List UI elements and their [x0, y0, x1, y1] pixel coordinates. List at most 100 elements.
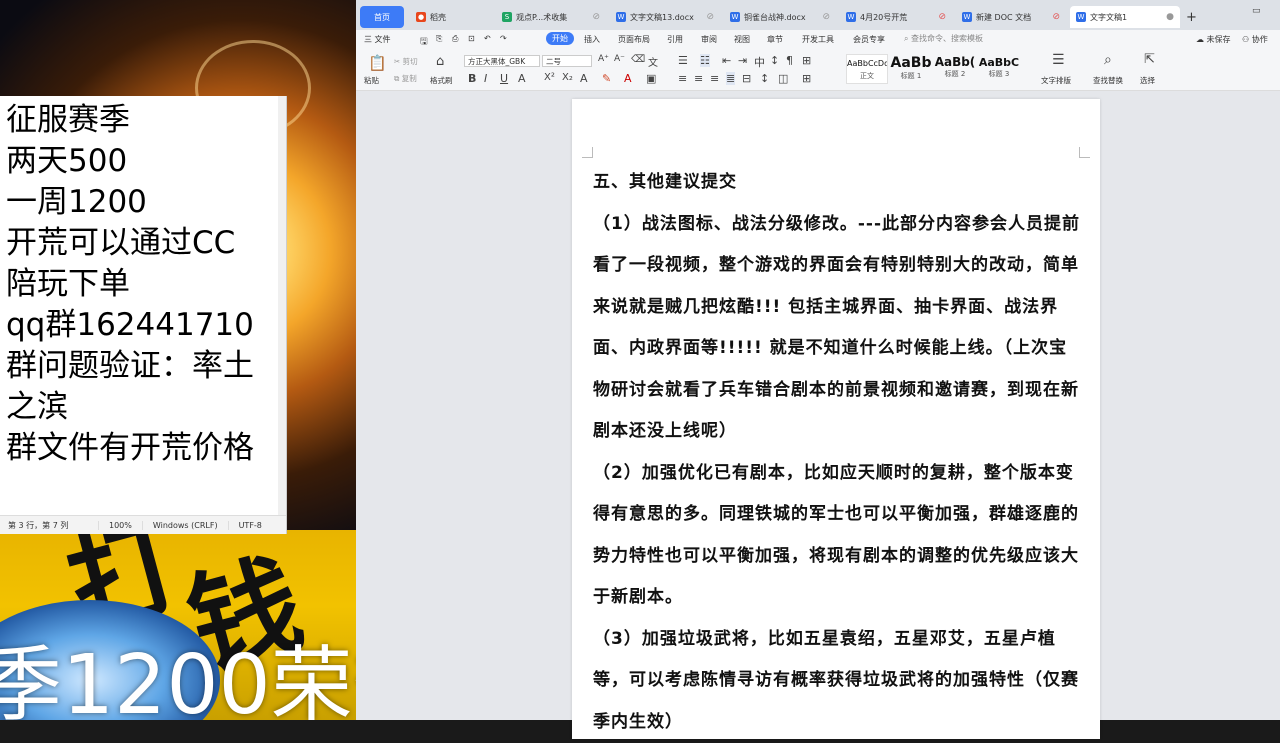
- find-icon[interactable]: ⌕: [1104, 52, 1112, 68]
- tab-label: 观点P...术收集: [516, 12, 567, 23]
- bold-icon[interactable]: B: [468, 72, 476, 85]
- tab-tongquetai[interactable]: W 铜雀台战神.docx ⊘: [724, 6, 836, 28]
- underline-icon[interactable]: U: [500, 72, 508, 85]
- cursor-select-icon[interactable]: ⇱: [1144, 52, 1155, 67]
- borders-icon[interactable]: ⊞: [802, 72, 811, 85]
- close-icon[interactable]: ⊘: [592, 12, 600, 22]
- menu-member[interactable]: 会员专享: [853, 34, 885, 45]
- grow-font-icon[interactable]: A⁺: [598, 54, 609, 64]
- tab-doc1[interactable]: W 文字文稿1 ●: [1070, 6, 1180, 28]
- close-icon[interactable]: ⊘: [822, 12, 830, 22]
- shrink-font-icon[interactable]: A⁻: [614, 54, 625, 64]
- style-name: 标题 2: [934, 69, 976, 79]
- paste-icon[interactable]: 📋: [368, 54, 387, 72]
- paste-button[interactable]: 粘贴: [364, 75, 379, 86]
- menu-developer[interactable]: 开发工具: [802, 34, 834, 45]
- tab-doc13[interactable]: W 文字文稿13.docx ⊘: [610, 6, 720, 28]
- find-replace-button[interactable]: 查找替换: [1093, 75, 1123, 86]
- style-heading-3[interactable]: AaBbC 标题 3: [978, 54, 1020, 84]
- justify-icon[interactable]: ≣: [726, 72, 735, 85]
- redo-icon[interactable]: ↷: [500, 34, 507, 43]
- close-icon[interactable]: ⊘: [1052, 12, 1060, 22]
- menu-insert[interactable]: 插入: [584, 34, 600, 45]
- menu-file[interactable]: 三 文件: [364, 34, 391, 45]
- text-layout-button[interactable]: 文字排版: [1041, 75, 1071, 86]
- show-marks-icon[interactable]: ¶: [786, 54, 793, 67]
- copy-button[interactable]: ⧉ 复制: [394, 73, 417, 84]
- body-paragraph: （2）加强优化已有剧本，比如应天顺时的复耕，整个版本变得有意思的多。同理铁城的军…: [593, 453, 1083, 619]
- phonetic-icon[interactable]: 文: [648, 54, 658, 69]
- distribute-icon[interactable]: ⊟: [742, 72, 751, 85]
- align-left-icon[interactable]: ≡: [678, 72, 687, 85]
- font-name-select[interactable]: 方正大黑体_GBK: [464, 55, 540, 67]
- menu-section[interactable]: 章节: [767, 34, 783, 45]
- numbered-list-icon[interactable]: ☷: [700, 54, 710, 67]
- bullet-list-icon[interactable]: ☰: [678, 54, 688, 67]
- italic-icon[interactable]: I: [484, 72, 487, 85]
- word-icon: W: [962, 12, 972, 22]
- chinese-layout-icon[interactable]: 中: [754, 54, 765, 70]
- tab-new-doc[interactable]: W 新建 DOC 文档 ⊘: [956, 6, 1066, 28]
- menu-view[interactable]: 视图: [734, 34, 750, 45]
- table-icon[interactable]: ⊞: [802, 54, 811, 67]
- indent-icon[interactable]: ⇥: [738, 54, 747, 67]
- style-heading-2[interactable]: AaBb( 标题 2: [934, 54, 976, 84]
- line-spacing-icon[interactable]: ↕: [760, 72, 769, 85]
- font-color-icon[interactable]: A: [624, 72, 632, 85]
- highlight-icon[interactable]: ✎: [602, 72, 611, 85]
- notepad-line: 陪玩下单: [6, 264, 281, 305]
- sort-icon[interactable]: ↕: [770, 54, 779, 67]
- tab-docer[interactable]: ● 稻壳: [410, 6, 492, 28]
- superscript-icon[interactable]: X²: [544, 72, 555, 83]
- style-normal[interactable]: AaBbCcDd 正文: [846, 54, 888, 84]
- close-icon[interactable]: ⊘: [938, 12, 946, 22]
- document-body[interactable]: 五、其他建议提交 （1）战法图标、战法分级修改。---此部分内容参会人员提前看了…: [593, 162, 1083, 743]
- zoom-level: 100%: [98, 521, 142, 530]
- clear-format-icon[interactable]: ⌫: [631, 54, 645, 65]
- cut-button[interactable]: ✂ 剪切: [394, 56, 418, 67]
- preview-icon[interactable]: ⊡: [468, 34, 475, 43]
- char-border-icon[interactable]: ▣: [646, 72, 656, 85]
- tab-0420[interactable]: W 4月20号开荒 ⊘: [840, 6, 952, 28]
- align-center-icon[interactable]: ≡: [694, 72, 703, 85]
- word-icon: W: [730, 12, 740, 22]
- document-page[interactable]: 五、其他建议提交 （1）战法图标、战法分级修改。---此部分内容参会人员提前看了…: [572, 99, 1100, 739]
- tab-label: 4月20号开荒: [860, 12, 907, 23]
- new-tab-button[interactable]: +: [1182, 6, 1202, 28]
- collab-button[interactable]: ⚇ 协作: [1242, 34, 1268, 45]
- align-right-icon[interactable]: ≡: [710, 72, 719, 85]
- close-icon[interactable]: ●: [1166, 12, 1174, 22]
- close-icon[interactable]: ⊘: [706, 12, 714, 22]
- copy-label: 复制: [402, 74, 417, 83]
- menu-home[interactable]: 开始: [546, 32, 574, 45]
- format-painter-icon[interactable]: ⌂: [436, 54, 444, 69]
- font-color-a-icon[interactable]: A: [518, 72, 526, 85]
- text-effect-icon[interactable]: A: [580, 72, 588, 85]
- subscript-icon[interactable]: X₂: [562, 72, 573, 83]
- style-heading-1[interactable]: AaBb 标题 1: [890, 54, 932, 84]
- tab-sheet[interactable]: S 观点P...术收集 ⊘: [496, 6, 606, 28]
- encoding: UTF-8: [228, 521, 272, 530]
- unsaved-status[interactable]: ☁ 未保存: [1196, 34, 1231, 45]
- notepad-scrollbar[interactable]: [278, 96, 286, 516]
- menu-references[interactable]: 引用: [667, 34, 683, 45]
- shading-icon[interactable]: ◫: [778, 72, 788, 85]
- undo-icon[interactable]: ↶: [484, 34, 491, 43]
- print-icon[interactable]: ⎙: [452, 34, 458, 44]
- cursor-position: 第 3 行，第 7 列: [0, 520, 98, 531]
- notepad-text-area[interactable]: 征服赛季 两天500 一周1200 开荒可以通过CC 陪玩下单 qq群16244…: [6, 100, 281, 469]
- text-layout-icon[interactable]: ☰: [1052, 52, 1065, 68]
- format-painter-button[interactable]: 格式刷: [430, 75, 453, 86]
- font-size-select[interactable]: 二号: [542, 55, 592, 67]
- outdent-icon[interactable]: ⇤: [722, 54, 731, 67]
- select-button[interactable]: 选择: [1140, 75, 1155, 86]
- menu-review[interactable]: 审阅: [701, 34, 717, 45]
- command-search[interactable]: ⌕ 查找命令、搜索模板: [904, 33, 983, 44]
- menu-layout[interactable]: 页面布局: [618, 34, 650, 45]
- window-menu-icon[interactable]: ▭: [1252, 6, 1266, 18]
- style-name: 正文: [847, 71, 887, 81]
- notepad-line: qq群162441710: [6, 305, 281, 346]
- tab-home[interactable]: 首页: [360, 6, 404, 28]
- docer-icon: ●: [416, 12, 426, 22]
- export-icon[interactable]: ⎘: [436, 34, 442, 44]
